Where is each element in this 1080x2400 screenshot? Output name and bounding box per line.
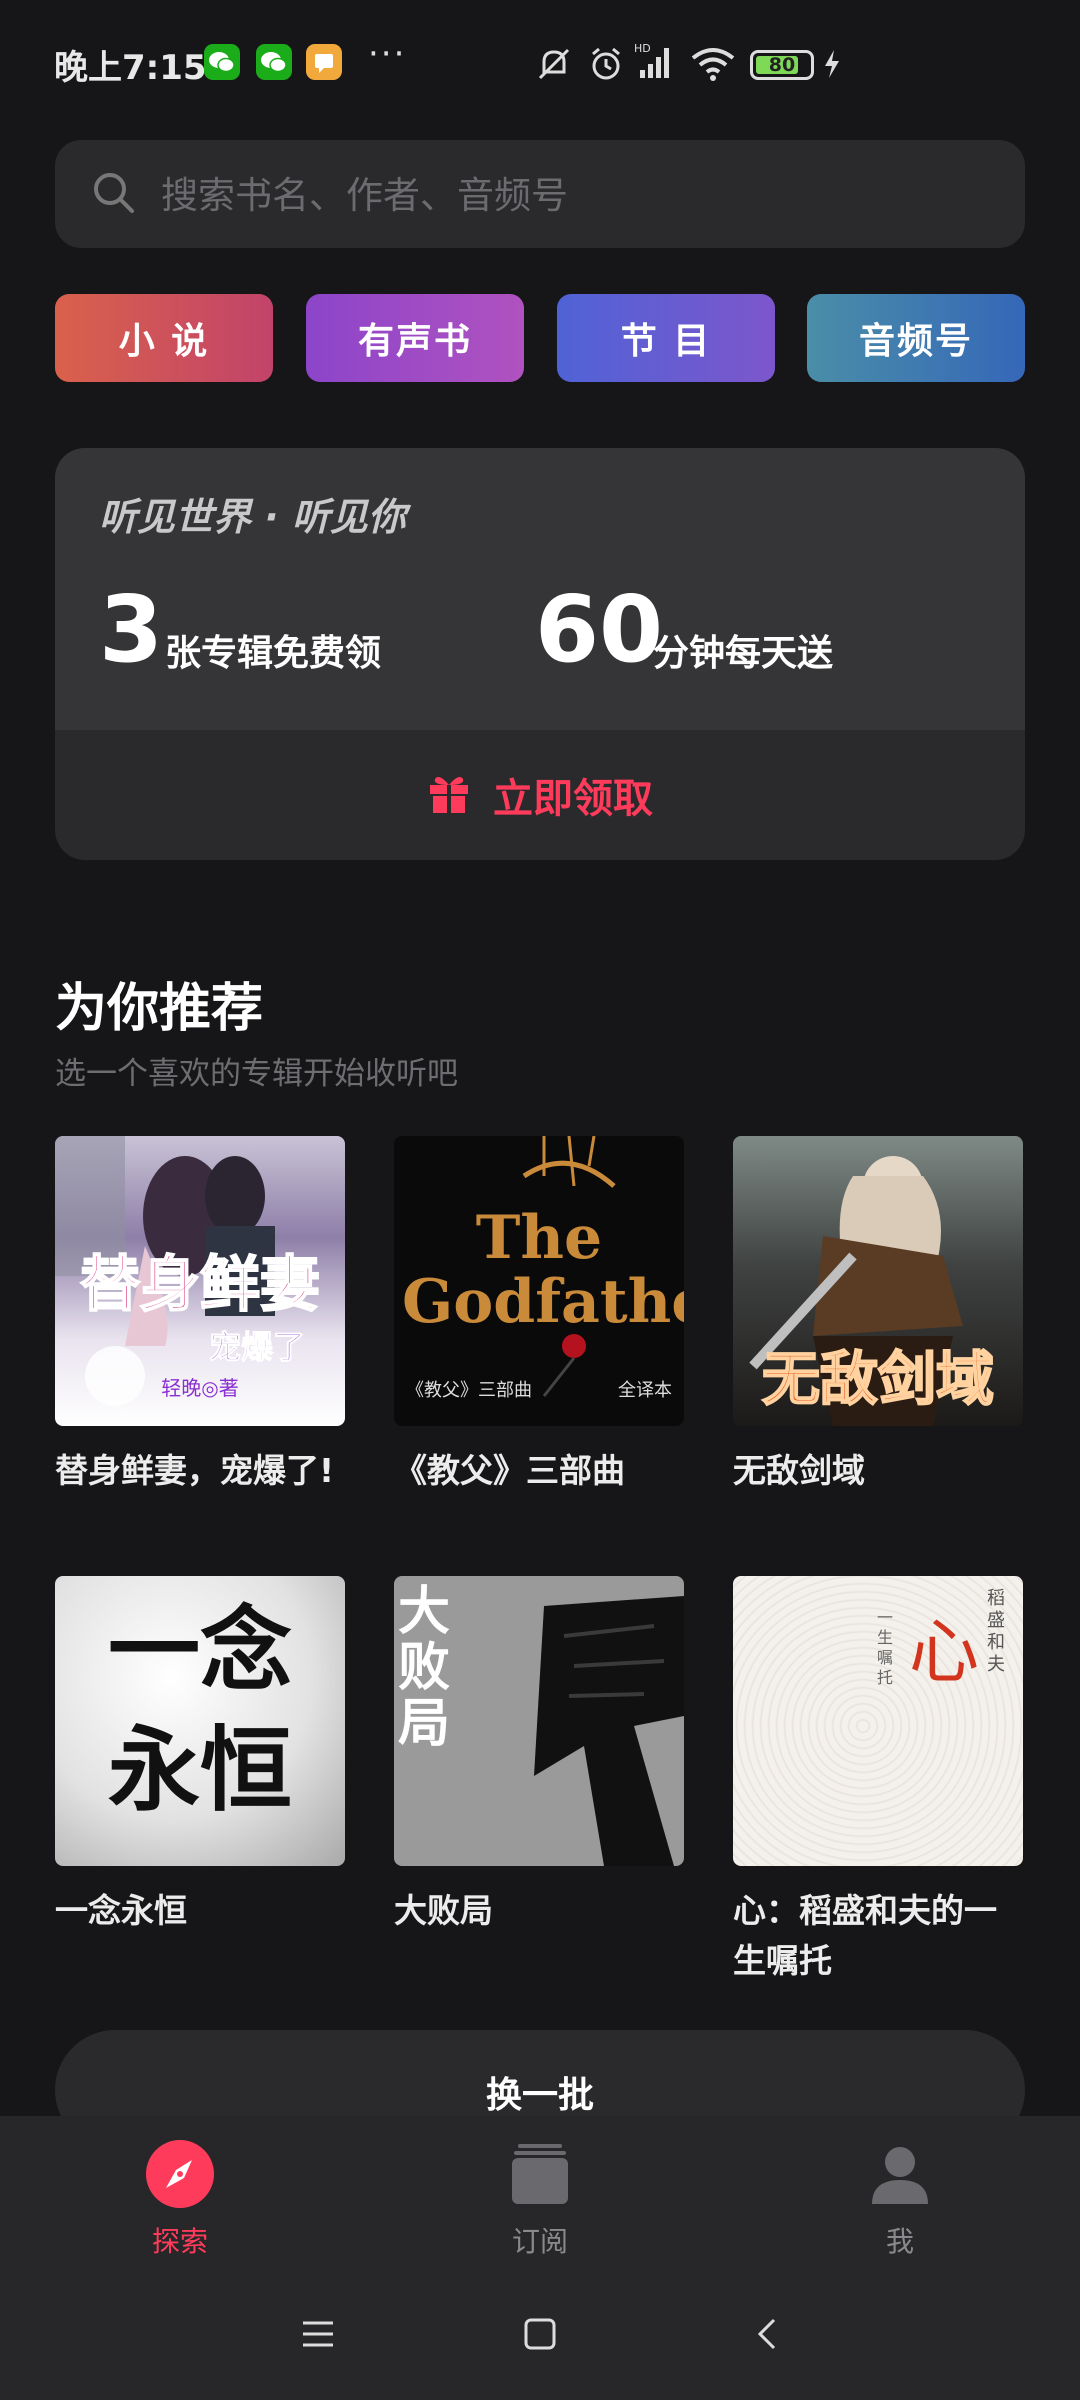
network-label: HD [634,42,651,55]
alarm-icon [586,44,626,88]
wechat-icon [256,44,292,80]
search-bar[interactable] [55,140,1025,250]
album-cover[interactable]: 无敌剑域 [733,1136,1023,1426]
album-cover-title: 大败局 [398,1581,451,1754]
promo-free-albums-label: 张专辑免费领 [165,633,382,674]
album-card[interactable]: 替身鲜妻 宠爆了 轻晚◎著 替身鲜妻，宠爆了! [55,1136,345,1496]
album-cover[interactable]: 替身鲜妻 宠爆了 轻晚◎著 [55,1136,345,1426]
menu-icon[interactable] [300,2316,336,2356]
system-nav-bar [0,2276,1080,2400]
user-icon [864,2147,936,2214]
back-icon[interactable] [750,2316,786,2356]
wechat-icon [204,44,240,80]
tab-explore[interactable]: 探索 [80,2138,280,2260]
album-card[interactable]: 无敌剑域 无敌剑域 [733,1136,1023,1496]
battery-indicator: 80 [750,50,814,80]
signal-icon: HD [634,40,678,88]
more-notifications: ··· [368,34,407,74]
promo-banner: 听见世界 · 听见你 3 张专辑免费领 60 分钟每天送 [55,448,1025,730]
battery-level: 80 [768,54,796,76]
promo-free-albums-count: 3 [99,576,164,683]
status-bar: 晚上7:15 ··· HD 80 [0,0,1080,130]
search-icon [91,170,137,220]
album-cover-title: 一念永恒 [107,1596,292,1824]
category-audiobook-button[interactable]: 有声书 [306,294,524,382]
claim-now-button[interactable]: 立即领取 [55,730,1025,860]
album-cover-title: 心 [909,1611,979,1693]
album-cover-subtitle: 《教父》三部曲 [406,1380,532,1401]
status-time: 晚上7:15 [54,48,207,88]
tab-subscribe-label: 订阅 [511,2225,568,2258]
category-program-button[interactable]: 节 目 [557,294,775,382]
album-cover[interactable]: The Godfather 《教父》三部曲 全译本 [394,1136,684,1426]
search-input[interactable] [159,140,983,250]
album-card[interactable]: 心 稻盛和夫 一生嘱托 心：稻盛和夫的一生嘱托 [733,1576,1023,1986]
album-cover-author: 轻晚◎著 [161,1376,239,1400]
album-cover-author: 全译本 [618,1380,672,1401]
tab-me[interactable]: 我 [800,2138,1000,2260]
section-subtitle: 选一个喜欢的专辑开始收听吧 [55,1056,458,1092]
mute-icon [534,44,574,88]
album-title[interactable]: 大败局 [394,1886,684,1936]
refresh-label: 换一批 [485,2075,594,2116]
promo-minutes-label: 分钟每天送 [653,633,834,674]
gift-icon [427,771,471,819]
tab-subscribe[interactable]: 订阅 [440,2138,640,2260]
stack-icon [504,2144,576,2214]
album-cover-author: 一生嘱托 [877,1608,894,1687]
album-cover-title: 替身鲜妻 [79,1249,321,1321]
album-cover-subtitle: 稻盛和夫 [987,1588,1005,1675]
category-audio-channel-button[interactable]: 音频号 [807,294,1025,382]
album-card[interactable]: 一念永恒 一念永恒 [55,1576,345,1936]
album-cover-title: 无敌剑域 [761,1344,995,1414]
album-title[interactable]: 替身鲜妻，宠爆了! [55,1446,345,1496]
album-card[interactable]: The Godfather 《教父》三部曲 全译本 《教父》三部曲 [394,1136,684,1496]
album-title[interactable]: 一念永恒 [55,1886,345,1936]
charging-icon [822,48,842,84]
album-cover-title: The Godfather [402,1203,684,1337]
promo-slogan: 听见世界 · 听见你 [99,495,406,539]
bottom-nav: 探索 订阅 我 [0,2116,1080,2276]
tab-me-label: 我 [885,2225,914,2258]
album-title[interactable]: 心：稻盛和夫的一生嘱托 [733,1886,1023,1986]
promo-minutes-count: 60 [535,576,664,683]
tab-explore-label: 探索 [151,2225,208,2258]
album-cover[interactable]: 心 稻盛和夫 一生嘱托 [733,1576,1023,1866]
promo-card: 听见世界 · 听见你 3 张专辑免费领 60 分钟每天送 立即领取 [55,448,1025,860]
section-title: 为你推荐 [55,979,264,1039]
album-cover-subtitle: 宠爆了 [208,1328,305,1367]
album-title[interactable]: 《教父》三部曲 [394,1446,684,1496]
album-card[interactable]: 大败局 大败局 [394,1576,684,1936]
compass-icon [144,2140,216,2214]
wifi-icon [690,44,736,88]
album-cover[interactable]: 大败局 [394,1576,684,1866]
album-cover[interactable]: 一念永恒 [55,1576,345,1866]
home-icon[interactable] [522,2316,558,2356]
claim-now-label: 立即领取 [493,776,653,822]
album-title[interactable]: 无敌剑域 [733,1446,1023,1496]
message-icon [306,44,342,80]
category-novel-button[interactable]: 小 说 [55,294,273,382]
